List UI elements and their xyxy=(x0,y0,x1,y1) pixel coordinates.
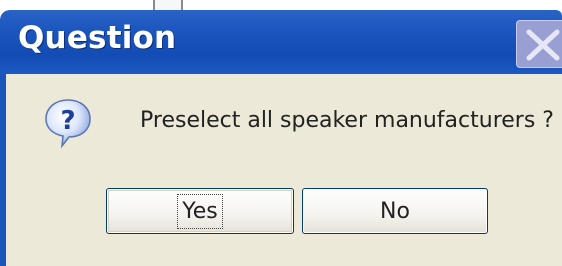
dialog-body: ? Preselect all speaker manufacturers ? … xyxy=(0,74,562,266)
no-button[interactable]: No xyxy=(302,188,488,234)
close-button[interactable] xyxy=(516,20,562,68)
yes-button[interactable]: Yes xyxy=(106,188,294,234)
dialog-title: Question xyxy=(18,20,177,56)
yes-button-label: Yes xyxy=(177,193,223,229)
question-icon: ? xyxy=(45,99,91,148)
close-icon xyxy=(526,29,560,61)
no-button-label: No xyxy=(380,198,410,224)
title-bar[interactable]: Question xyxy=(0,10,562,74)
dialog-message: Preselect all speaker manufacturers ? xyxy=(140,108,554,133)
svg-text:?: ? xyxy=(60,106,75,136)
question-dialog: Question ? Preselect all speaker manufac… xyxy=(0,10,562,266)
